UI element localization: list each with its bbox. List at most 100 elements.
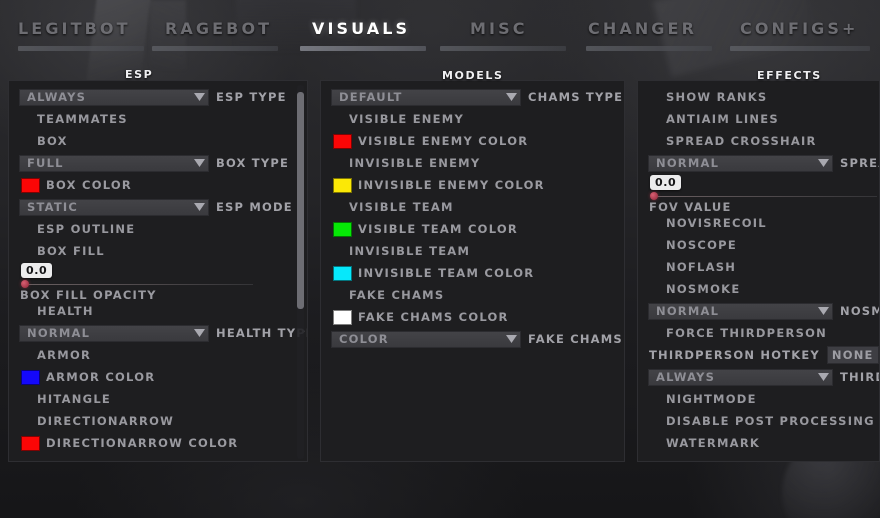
color-swatch[interactable]	[333, 221, 352, 237]
dropdown-selected-value: DEFAULT	[339, 90, 403, 104]
hotkey-bind-button[interactable]: NONE	[826, 346, 879, 364]
color-label: FAKE CHAMS COLOR	[358, 310, 509, 324]
dropdown-chams-type[interactable]: DEFAULT	[331, 88, 521, 106]
chevron-down-icon	[190, 329, 208, 337]
toggle-box[interactable]: BOX	[9, 130, 307, 152]
color-row-directionarrow-color[interactable]: DIRECTIONARROW COLOR	[9, 432, 307, 454]
slider-value-bubble: 0.0	[650, 175, 682, 190]
chevron-down-icon	[814, 373, 832, 381]
toggle-invisible-enemy[interactable]: INVISIBLE ENEMY	[321, 152, 624, 174]
color-swatch[interactable]	[21, 369, 40, 385]
dropdown-spread[interactable]: NORMAL	[648, 154, 833, 172]
color-row-fake-chams-color[interactable]: FAKE CHAMS COLOR	[321, 306, 624, 328]
tab-underline-misc	[440, 46, 566, 51]
toggle-label: HEALTH	[37, 304, 94, 318]
toggle-spread-crosshair[interactable]: SPREAD CROSSHAIR	[638, 130, 879, 152]
dropdown-caption: HEALTH TYPE	[216, 326, 308, 340]
color-row-armor-color[interactable]: ARMOR COLOR	[9, 366, 307, 388]
tab-legitbot[interactable]: LEGITBOT	[18, 19, 131, 38]
toggle-label: NOFLASH	[666, 260, 737, 274]
esp-scrollbar[interactable]	[297, 85, 304, 459]
tab-underline-legitbot	[18, 46, 144, 51]
color-row-visible-enemy-color[interactable]: VISIBLE ENEMY COLOR	[321, 130, 624, 152]
toggle-health[interactable]: HEALTH	[9, 300, 307, 322]
toggle-box-fill[interactable]: BOX FILL	[9, 240, 307, 262]
toggle-label: BOX	[37, 134, 68, 148]
color-swatch[interactable]	[333, 177, 352, 193]
toggle-esp-outline[interactable]: ESP OUTLINE	[9, 218, 307, 240]
color-swatch[interactable]	[333, 265, 352, 281]
toggle-label: SHOW RANKS	[666, 90, 768, 104]
tab-misc[interactable]: MISC	[470, 19, 528, 38]
dropdown-selected-value: COLOR	[339, 332, 389, 346]
dropdown-fake-chams[interactable]: COLOR	[331, 330, 521, 348]
toggle-noscope[interactable]: NOSCOPE	[638, 234, 879, 256]
color-row-box-color[interactable]: BOX COLOR	[9, 174, 307, 196]
toggle-visible-enemy[interactable]: VISIBLE ENEMY	[321, 108, 624, 130]
panel-title-models: MODELS	[442, 69, 504, 82]
toggle-hitangle[interactable]: HITANGLE	[9, 388, 307, 410]
color-swatch[interactable]	[21, 177, 40, 193]
dropdown-nosmoke[interactable]: NORMAL	[648, 302, 833, 320]
dropdown-selected-value: ALWAYS	[656, 370, 716, 384]
toggle-label: NOVISRECOIL	[666, 216, 767, 230]
color-row-invisible-team-color[interactable]: INVISIBLE TEAM COLOR	[321, 262, 624, 284]
toggle-invisible-team[interactable]: INVISIBLE TEAM	[321, 240, 624, 262]
dropdown-caption: FAKE CHAMS	[528, 332, 623, 346]
chevron-down-icon	[190, 159, 208, 167]
toggle-visible-team[interactable]: VISIBLE TEAM	[321, 196, 624, 218]
toggle-nosmoke[interactable]: NOSMOKE	[638, 278, 879, 300]
slider-value-bubble: 0.0	[21, 263, 53, 278]
dropdown-thirdperson[interactable]: ALWAYS	[648, 368, 833, 386]
dropdown-esp-mode[interactable]: STATIC	[19, 198, 209, 216]
color-swatch[interactable]	[333, 133, 352, 149]
dropdown-row-fake-chams: COLOR FAKE CHAMS	[321, 328, 624, 350]
dropdown-row-box-type: FULL BOX TYPE	[9, 152, 307, 174]
toggle-directionarrow[interactable]: DIRECTIONARROW	[9, 410, 307, 432]
color-swatch[interactable]	[21, 435, 40, 451]
slider-handle[interactable]	[650, 192, 658, 200]
dropdown-selected-value: STATIC	[27, 200, 79, 214]
dropdown-caption: THIRDPERSON	[840, 370, 879, 384]
slider-track[interactable]	[652, 196, 877, 197]
color-label: VISIBLE TEAM COLOR	[358, 222, 519, 236]
toggle-watermark[interactable]: WATERMARK	[638, 432, 879, 454]
esp-scrollbar-thumb[interactable]	[297, 92, 304, 310]
toggle-nightmode[interactable]: NIGHTMODE	[638, 388, 879, 410]
slider-box-fill-opacity[interactable]: 0.0 BOX FILL OPACITY	[9, 262, 307, 302]
toggle-show-ranks[interactable]: SHOW RANKS	[638, 86, 879, 108]
toggle-armor[interactable]: ARMOR	[9, 344, 307, 366]
tab-ragebot[interactable]: RAGEBOT	[165, 19, 272, 38]
dropdown-box-type[interactable]: FULL	[19, 154, 209, 172]
hotkey-row-thirdperson-hotkey: THIRDPERSON HOTKEY NONE	[638, 344, 879, 366]
toggle-fake-chams[interactable]: FAKE CHAMS	[321, 284, 624, 306]
dropdown-caption: ESP TYPE	[216, 90, 287, 104]
slider-fov-value[interactable]: 0.0 FOV VALUE	[638, 174, 879, 214]
toggle-novisrecoil[interactable]: NOVISRECOIL	[638, 212, 879, 234]
toggle-force-thirdperson[interactable]: FORCE THIRDPERSON	[638, 322, 879, 344]
color-row-invisible-enemy-color[interactable]: INVISIBLE ENEMY COLOR	[321, 174, 624, 196]
toggle-disable-post-processing[interactable]: DISABLE POST PROCESSING	[638, 410, 879, 432]
toggle-label: INVISIBLE TEAM	[349, 244, 471, 258]
dropdown-health-type[interactable]: NORMAL	[19, 324, 209, 342]
tab-visuals[interactable]: VISUALS	[312, 19, 410, 38]
toggle-teammates[interactable]: TEAMMATES	[9, 108, 307, 130]
toggle-label: FAKE CHAMS	[349, 288, 445, 302]
dropdown-esp-type[interactable]: ALWAYS	[19, 88, 209, 106]
color-swatch[interactable]	[333, 309, 352, 325]
tab-underline-changer	[586, 46, 712, 51]
chevron-down-icon	[502, 335, 520, 343]
tab-configs-[interactable]: CONFIGS+	[740, 19, 858, 38]
dropdown-selected-value: FULL	[27, 156, 64, 170]
toggle-label: WATERMARK	[666, 436, 761, 450]
slider-handle[interactable]	[21, 280, 29, 288]
panel-title-esp: ESP	[125, 68, 154, 81]
tab-changer[interactable]: CHANGER	[588, 19, 697, 38]
toggle-antiaim-lines[interactable]: ANTIAIM LINES	[638, 108, 879, 130]
slider-track[interactable]	[23, 284, 253, 285]
toggle-noflash[interactable]: NOFLASH	[638, 256, 879, 278]
toggle-label: SPREAD CROSSHAIR	[666, 134, 817, 148]
color-row-visible-team-color[interactable]: VISIBLE TEAM COLOR	[321, 218, 624, 240]
dropdown-row-chams-type: DEFAULT CHAMS TYPE	[321, 86, 624, 108]
cheat-menu-window: LEGITBOT RAGEBOT VISUALS MISC CHANGER CONFIGS…	[0, 0, 880, 518]
